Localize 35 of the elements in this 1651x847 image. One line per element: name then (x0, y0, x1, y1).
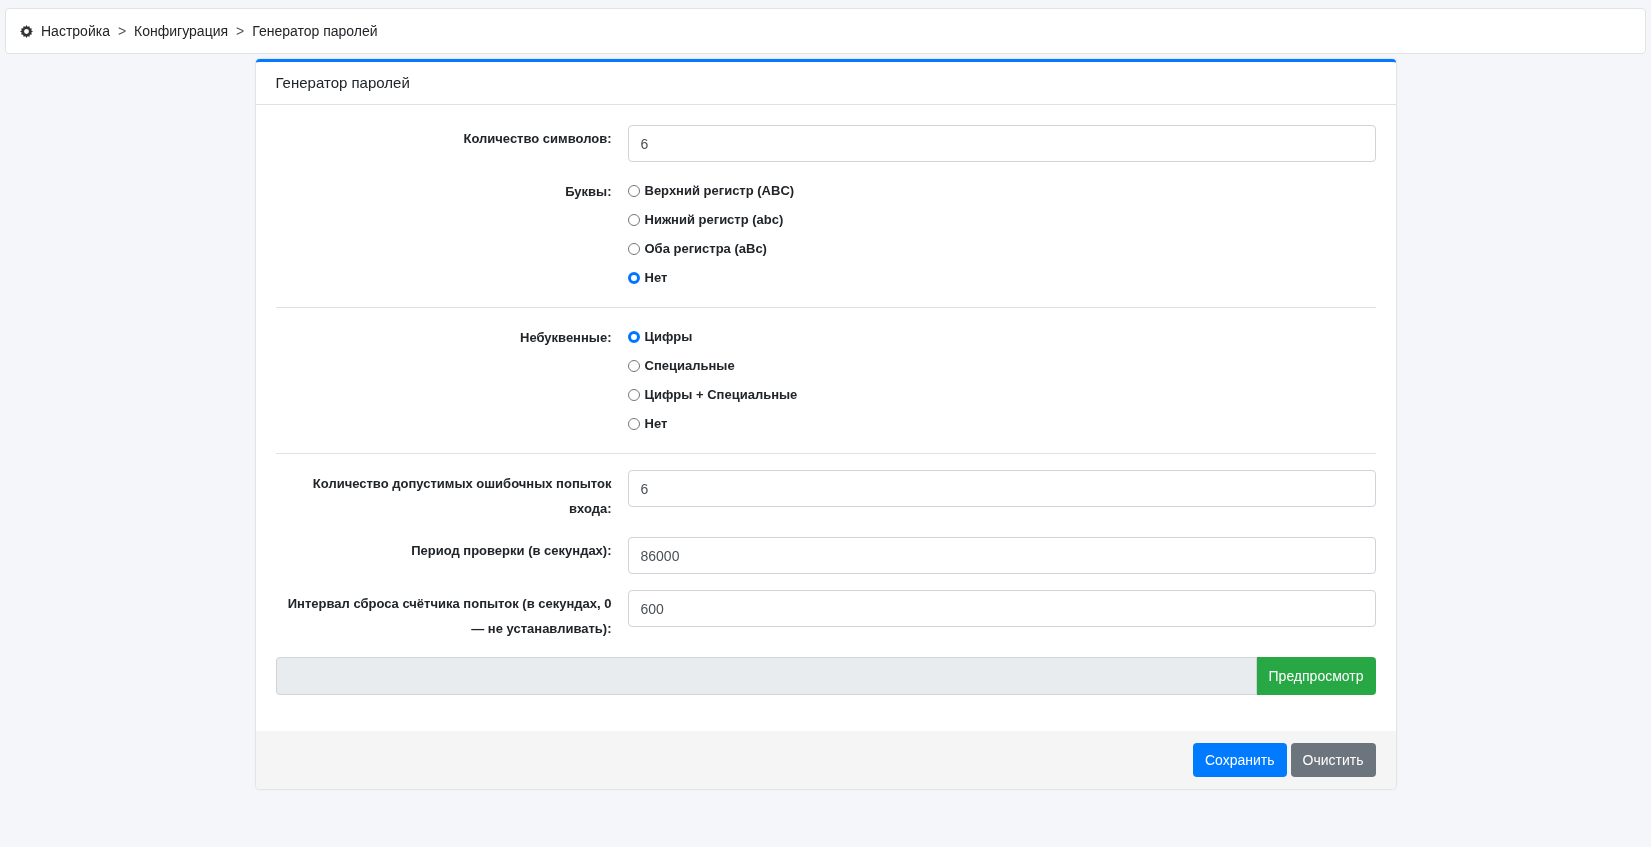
breadcrumb-link[interactable]: Конфигурация (134, 20, 229, 42)
radio-button[interactable] (627, 243, 640, 255)
radio-button[interactable] (627, 389, 640, 401)
breadcrumb-current: Генератор паролей (252, 21, 378, 41)
input-field[interactable]: 86000 (627, 537, 1376, 574)
field-label: Количество допустимых ошибочных попыток входа: (311, 475, 612, 518)
radio-button[interactable] (627, 360, 640, 372)
input-field[interactable]: 6 (627, 470, 1376, 507)
input-field[interactable]: 600 (627, 590, 1376, 627)
breadcrumb-separator: > (236, 21, 245, 41)
radio-label: Оба регистра (aBc) (644, 240, 767, 259)
field-label: Интервал сброса счётчика попыток (в секундах, 0 — не устанавливать): (286, 595, 612, 638)
radio-label: Цифры (644, 328, 693, 347)
radio-label: Специальные (644, 357, 735, 376)
breadcrumb-link[interactable]: Настройка (41, 20, 110, 42)
input-field[interactable]: 6 (627, 125, 1376, 162)
radio-label: Цифры + Специальные (644, 386, 798, 405)
radio-button[interactable] (627, 418, 640, 430)
radio-button[interactable] (627, 185, 640, 197)
radio-button[interactable] (627, 331, 640, 343)
field-label: Период проверки (в секундах): (410, 542, 612, 560)
clear-button[interactable]: Очистить (1290, 743, 1376, 777)
radio-button[interactable] (627, 214, 640, 226)
card-title: Генератор паролей (255, 62, 1396, 105)
field-label: Буквы: (564, 183, 612, 201)
radio-label: Нижний регистр (abc) (644, 211, 784, 230)
radio-label: Нет (644, 269, 668, 288)
gear-icon (20, 24, 33, 38)
field-label: Количество символов: (462, 130, 612, 148)
radio-label: Нет (644, 415, 668, 434)
field-label: Небуквенные: (519, 329, 612, 347)
radio-label: Верхний регистр (ABC) (644, 182, 795, 201)
save-button[interactable]: Сохранить (1192, 743, 1287, 777)
radio-button[interactable] (627, 272, 640, 284)
breadcrumb-separator: > (117, 21, 127, 41)
